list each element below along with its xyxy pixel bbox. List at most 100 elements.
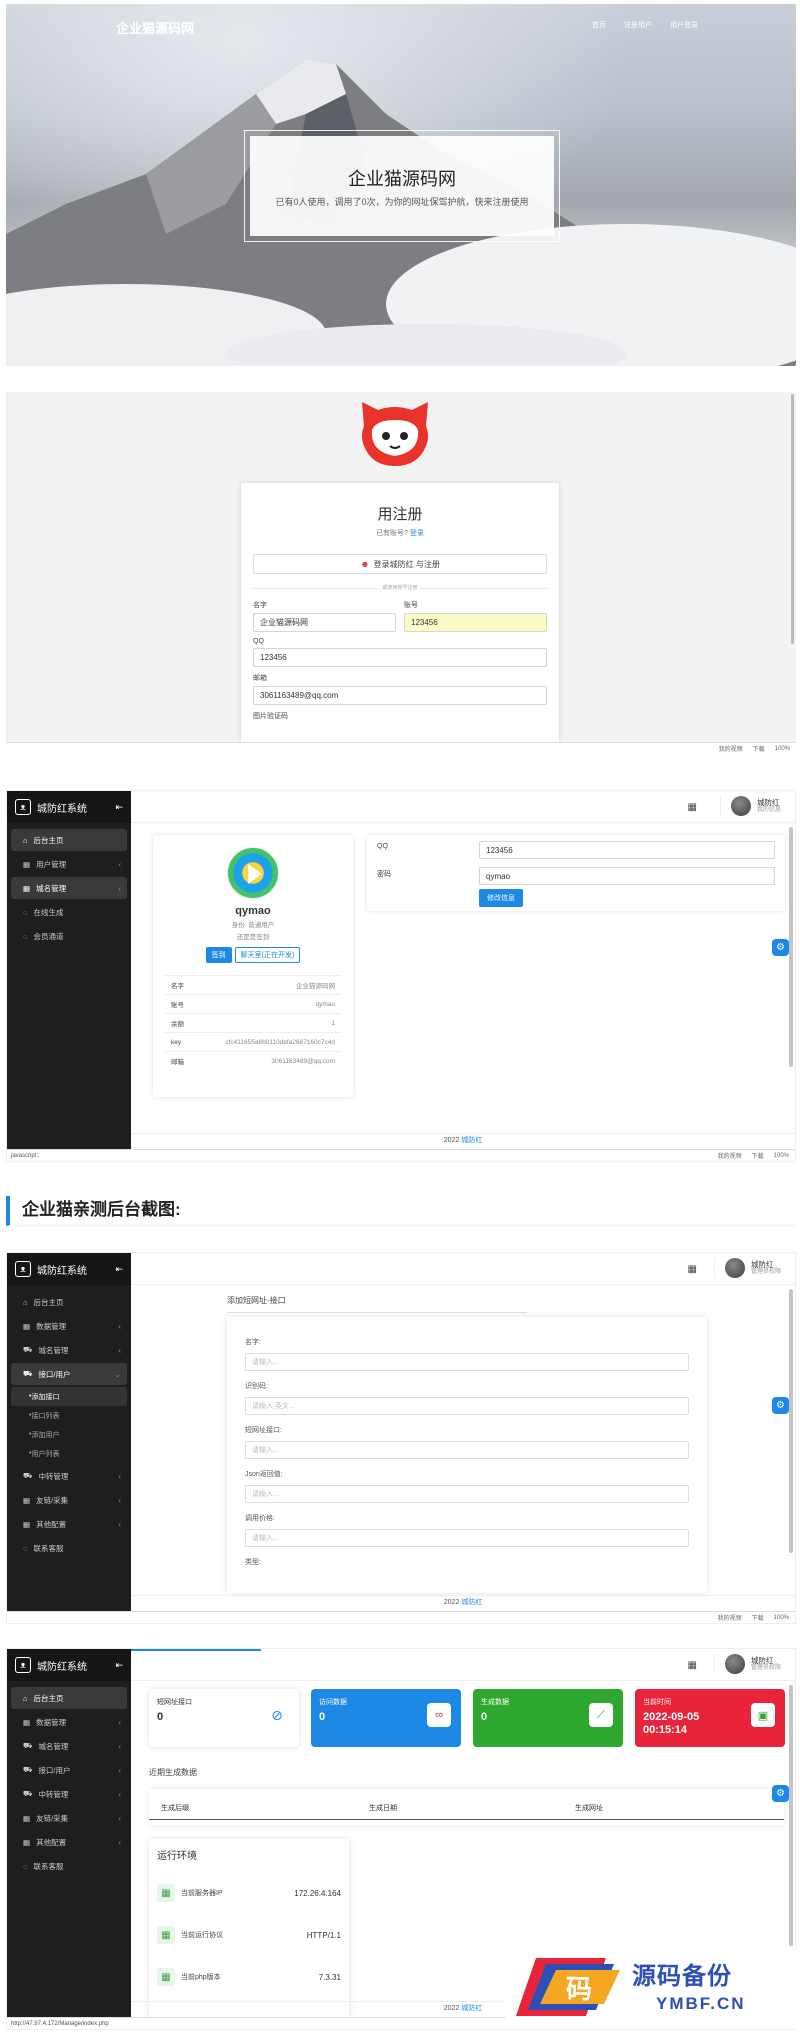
sidebar-item-support[interactable]: ◌ 联系客服 [11, 1855, 127, 1877]
password-input[interactable]: qymao [479, 867, 775, 885]
footer-link[interactable]: 城防红 [461, 1599, 482, 1606]
sidebar-item-support[interactable]: ◌ 联系客服 [11, 1537, 127, 1559]
chat-button[interactable]: 聊天室(正在开发) [234, 947, 301, 963]
sidebar-item-generate[interactable]: ◌ 在线生成 [11, 901, 127, 923]
scrollbar[interactable] [789, 1685, 793, 1985]
footer-link[interactable]: 城防红 [461, 1137, 482, 1144]
sidebar-item-data[interactable]: ▦ 数据管理 ‹ [11, 1315, 127, 1337]
user-menu[interactable]: 城防红 管理员权限 [713, 1258, 781, 1278]
collapse-icon[interactable]: ⇤ [115, 1264, 123, 1275]
table-row: 余额 1 [165, 1013, 341, 1033]
sidebar-item-home[interactable]: ⌂ 后台主页 [11, 1687, 127, 1709]
apps-icon[interactable]: ▦ [688, 802, 697, 813]
settings-gear-icon[interactable]: ⚙ [772, 1397, 789, 1414]
account-input[interactable]: 123456 [404, 613, 547, 632]
sidebar-item-domains[interactable]: ⛟ 城名管理 ‹ [11, 1339, 127, 1361]
user-menu[interactable]: 城防红 我的信息 [719, 796, 781, 816]
collapse-icon[interactable]: ⇤ [115, 1660, 123, 1671]
sidebar-item-vip[interactable]: ◌ 会员通道 [11, 925, 127, 947]
sidebar: ᴥ 城防红系统 ⇤ ⌂ 后台主页 ▦ 数据管理 ‹ ⛟ 城名管理 ‹ ⛟ 接口/用户 ‹ ⛟ 中… [7, 1649, 131, 2029]
support-icon: ◌ [23, 1543, 28, 1553]
support-icon: ◌ [23, 1861, 28, 1871]
sidebar-item-home[interactable]: ⌂ 后台主页 [11, 829, 127, 851]
sidebar: ᴥ 城防红系统 ⇤ ⌂ 后台主页 ▦ 数据管理 ‹ ⛟ 城名管理 ‹ ⛟ 接口/用户 ⌄ • … [7, 1253, 131, 1623]
sidebar-item-links[interactable]: ▦ 友链/采集 ‹ [11, 1807, 127, 1829]
footer-link[interactable]: 城防红 [461, 2005, 482, 2012]
scrollbar[interactable] [791, 394, 794, 644]
user-role: 管理员权限 [750, 1268, 781, 1275]
qq-input[interactable]: 123456 [253, 648, 547, 667]
grid-icon: ▦ [23, 883, 31, 893]
chevron-left-icon: ‹ [118, 883, 121, 893]
scrollbar[interactable] [789, 1289, 793, 1553]
brand-name: 城防红系统 [37, 1661, 87, 1673]
field-label: 名字: [245, 1339, 261, 1346]
account-label: 账号 [404, 602, 418, 609]
user-name: 城防红 [750, 1259, 774, 1269]
form-title: 添加短网址-接口 [227, 1295, 527, 1313]
apps-icon[interactable]: ▦ [688, 1660, 697, 1671]
price-input[interactable]: 请输入... [245, 1529, 689, 1547]
qq-input[interactable]: 123456 [479, 841, 775, 859]
sidebar-item-domains[interactable]: ⛟ 城名管理 ‹ [11, 1735, 127, 1757]
chevron-down-icon: ⌄ [114, 1369, 121, 1379]
sidebar-item-relay[interactable]: ⛟ 中转管理 ‹ [11, 1465, 127, 1487]
cat-icon: ᴥ [15, 1657, 31, 1673]
home-icon: ⌂ [23, 835, 28, 845]
sidebar-item-links[interactable]: ▦ 友链/采集 ‹ [11, 1489, 127, 1511]
chevron-left-icon: ‹ [118, 1495, 121, 1505]
chevron-left-icon: ‹ [118, 1471, 121, 1481]
email-input[interactable]: 3061163489@qq.com [253, 686, 547, 705]
grid-icon: ▦ [23, 1813, 31, 1823]
submenu-interface-list[interactable]: • 接口列表 [7, 1406, 131, 1425]
admin-add-interface-page: ᴥ 城防红系统 ⇤ ⌂ 后台主页 ▦ 数据管理 ‹ ⛟ 城名管理 ‹ ⛟ 接口/用户 ⌄ • … [6, 1252, 796, 1624]
settings-gear-icon[interactable]: ⚙ [772, 1785, 789, 1802]
sidebar-item-relay[interactable]: ⛟ 中转管理 ‹ [11, 1783, 127, 1805]
submenu-user-list[interactable]: • 用户列表 [7, 1444, 131, 1463]
sidebar-item-config[interactable]: ▦ 其他配置 ‹ [11, 1831, 127, 1853]
json-input[interactable]: 请输入... [245, 1485, 689, 1503]
settings-gear-icon[interactable]: ⚙ [772, 939, 789, 956]
sidebar-item-users[interactable]: ▦ 用户管理 ‹ [11, 853, 127, 875]
chart-icon: ⟋ [589, 1703, 613, 1727]
cart-icon: ⛟ [23, 1765, 33, 1774]
watermark-logo: 码 源码备份 YMBF.CN [506, 1946, 798, 2028]
user-name: 城防红 [750, 1655, 774, 1665]
scrollbar[interactable] [789, 827, 793, 1067]
code-input[interactable]: 请输入,英文... [245, 1397, 689, 1415]
user-menu[interactable]: 城防红 管理员权限 [713, 1654, 781, 1674]
env-row: ▦ 当前运行协议 HTTP/1.1 [149, 1914, 349, 1956]
login-link[interactable]: 登录 [410, 530, 424, 537]
user-role: 管理员权限 [750, 1664, 781, 1671]
sidebar-item-data[interactable]: ▦ 数据管理 ‹ [11, 1711, 127, 1733]
submenu-add-interface[interactable]: • 添加接口 [11, 1387, 127, 1406]
nav-home[interactable]: 首页 [592, 20, 606, 30]
collapse-icon[interactable]: ⇤ [115, 802, 123, 813]
chevron-left-icon: ‹ [118, 1741, 121, 1751]
sidebar-item-interfaces[interactable]: ⛟ 接口/用户 ⌄ [11, 1363, 127, 1385]
submenu-add-user[interactable]: • 添加用户 [7, 1425, 131, 1444]
nav-login[interactable]: 用户登录 [670, 20, 698, 30]
name-label: 名字 [253, 602, 267, 609]
sign-in-button[interactable]: 签到 [205, 947, 232, 963]
site-logo[interactable]: 企业猫源码网 [116, 18, 194, 37]
add-interface-form: 名字: 请输入... 识别码: 请输入,英文... 短网址接口: 请输入... … [227, 1317, 707, 1593]
sidebar-item-config[interactable]: ▦ 其他配置 ‹ [11, 1513, 127, 1535]
section-heading: 企业猫亲测后台截图: [6, 1196, 796, 1226]
save-button[interactable]: 修改信息 [479, 889, 523, 907]
sidebar-item-domains[interactable]: ▦ 城名管理 ‹ [11, 877, 127, 899]
apps-icon[interactable]: ▦ [688, 1264, 697, 1275]
chevron-left-icon: ‹ [118, 1321, 121, 1331]
watermark-text: 源码备份 [632, 1963, 732, 1990]
qq-login-button[interactable]: ☻ 登录城防红 与注册 [253, 554, 547, 574]
avatar [724, 1258, 745, 1278]
cart-icon: ⛟ [23, 1471, 33, 1480]
name-input[interactable]: 请输入... [245, 1353, 689, 1371]
short-url-input[interactable]: 请输入... [245, 1441, 689, 1459]
password-label: 密码 [377, 871, 391, 878]
sidebar-item-home[interactable]: ⌂ 后台主页 [11, 1291, 127, 1313]
sidebar-item-interfaces[interactable]: ⛟ 接口/用户 ‹ [11, 1759, 127, 1781]
name-input[interactable]: 企业猫源码网 [253, 613, 396, 632]
nav-register[interactable]: 注册用户 [624, 20, 652, 30]
grid-icon: ▦ [23, 1321, 31, 1331]
